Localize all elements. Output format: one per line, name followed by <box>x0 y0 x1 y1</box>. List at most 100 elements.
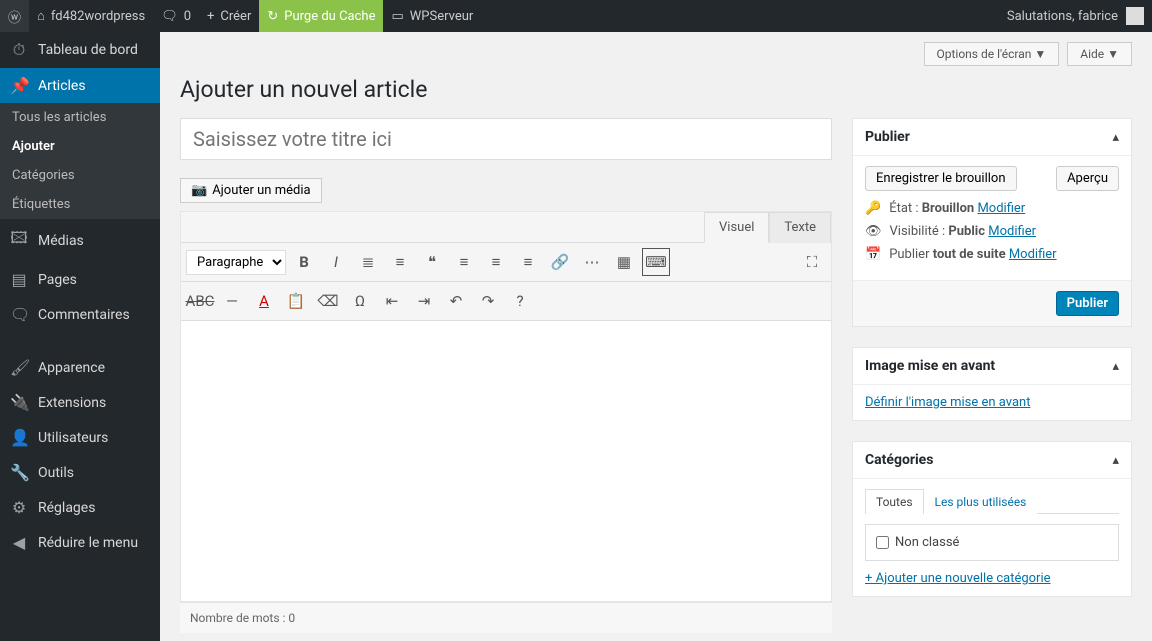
set-featured-link[interactable]: Définir l'image mise en avant <box>865 395 1030 410</box>
indent-button[interactable]: ⇥ <box>410 287 438 315</box>
tab-visual[interactable]: Visuel <box>704 212 769 243</box>
user-menu[interactable]: Salutations, fabrice <box>999 7 1152 25</box>
bold-button[interactable]: B <box>290 248 318 276</box>
create-link[interactable]: +Créer <box>199 0 259 32</box>
sidebar-item-articles[interactable]: 📌Articles <box>0 68 160 103</box>
sidebar-sub-add[interactable]: Ajouter <box>0 132 160 161</box>
redo-button[interactable]: ↷ <box>474 287 502 315</box>
wp-logo[interactable]: ⓦ <box>0 0 29 32</box>
collapse-icon: ◀ <box>10 533 28 552</box>
status-value: Brouillon <box>922 201 974 216</box>
editor-toolbar-2: ABC — A 📋 ⌫ Ω ⇤ ⇥ ↶ ↷ ? <box>181 282 831 321</box>
status-edit-link[interactable]: Modifier <box>977 201 1025 216</box>
dashboard-icon: ⏱ <box>10 40 28 60</box>
clear-format-button[interactable]: ⌫ <box>314 287 342 315</box>
sidebar-label: Pages <box>38 272 77 288</box>
schedule-edit-link[interactable]: Modifier <box>1009 247 1057 262</box>
add-media-label: Ajouter un média <box>212 183 310 198</box>
toolbar-toggle-button[interactable]: ▦ <box>610 248 638 276</box>
chevron-up-icon: ▴ <box>1112 453 1119 468</box>
sidebar-item-tools[interactable]: 🔧Outils <box>0 455 160 490</box>
sidebar-item-users[interactable]: 👤Utilisateurs <box>0 420 160 455</box>
sidebar-label: Tableau de bord <box>38 42 138 58</box>
schedule-value: tout de suite <box>933 247 1006 262</box>
keyboard-button[interactable]: ⌨ <box>642 248 670 276</box>
status-label: État : <box>889 201 918 216</box>
categories-toggle[interactable]: Catégories ▴ <box>853 442 1131 479</box>
sidebar-label: Articles <box>38 78 86 94</box>
editor-content[interactable] <box>181 321 831 601</box>
paste-button[interactable]: 📋 <box>282 287 310 315</box>
help-button[interactable]: Aide ▼ <box>1067 42 1132 66</box>
media-icon: 🖾 <box>10 227 28 254</box>
sidebar-item-dashboard[interactable]: ⏱ Tableau de bord <box>0 32 160 68</box>
categories-heading: Catégories <box>865 452 933 468</box>
editor-toolbar: Paragraphe B I ≣ ≡ ❝ ≡ ≡ ≡ 🔗 ⋯ ▦ ⌨ ⛶ <box>181 243 831 282</box>
quote-button[interactable]: ❝ <box>418 248 446 276</box>
align-left-button[interactable]: ≡ <box>450 248 478 276</box>
special-char-button[interactable]: Ω <box>346 287 374 315</box>
sidebar-sub-all[interactable]: Tous les articles <box>0 103 160 132</box>
brush-icon: 🖌 <box>10 358 28 377</box>
category-item[interactable]: Non classé <box>876 535 1108 550</box>
post-title-input[interactable] <box>180 118 832 160</box>
align-center-button[interactable]: ≡ <box>482 248 510 276</box>
bullet-list-button[interactable]: ≣ <box>354 248 382 276</box>
screen-opts-label: Options de l'écran <box>937 47 1032 61</box>
screen-options-button[interactable]: Options de l'écran ▼ <box>924 42 1060 66</box>
link-button[interactable]: 🔗 <box>546 248 574 276</box>
comments-link[interactable]: 🗨0 <box>153 0 199 32</box>
visibility-edit-link[interactable]: Modifier <box>988 224 1036 239</box>
fullscreen-button[interactable]: ⛶ <box>798 248 826 276</box>
camera-icon: 📷 <box>191 183 207 198</box>
cat-tab-most[interactable]: Les plus utilisées <box>924 489 1038 514</box>
add-category-link[interactable]: + Ajouter une nouvelle catégorie <box>865 571 1051 586</box>
undo-button[interactable]: ↶ <box>442 287 470 315</box>
wpserveur-label: WPServeur <box>410 9 474 24</box>
wordpress-icon: ⓦ <box>8 7 21 26</box>
textcolor-button[interactable]: A <box>250 287 278 315</box>
chevron-up-icon: ▴ <box>1112 359 1119 374</box>
tab-text[interactable]: Texte <box>769 212 831 243</box>
sidebar-collapse[interactable]: ◀Réduire le menu <box>0 525 160 560</box>
numbered-list-button[interactable]: ≡ <box>386 248 414 276</box>
sidebar-label: Apparence <box>38 360 105 376</box>
more-button[interactable]: ⋯ <box>578 248 606 276</box>
wrench-icon: 🔧 <box>10 463 28 482</box>
featured-toggle[interactable]: Image mise en avant▴ <box>853 348 1131 385</box>
cat-tab-all[interactable]: Toutes <box>865 489 924 514</box>
format-select[interactable]: Paragraphe <box>186 250 286 275</box>
outdent-button[interactable]: ⇤ <box>378 287 406 315</box>
help-icon-button[interactable]: ? <box>506 287 534 315</box>
sidebar-sub-categories[interactable]: Catégories <box>0 161 160 190</box>
wpserveur-link[interactable]: ▭WPServeur <box>383 0 481 32</box>
sidebar-item-plugins[interactable]: 🔌Extensions <box>0 385 160 420</box>
category-label: Non classé <box>895 535 959 550</box>
sidebar-item-comments[interactable]: 🗨Commentaires <box>0 297 160 332</box>
refresh-icon: ↻ <box>267 9 278 24</box>
purge-cache-button[interactable]: ↻Purge du Cache <box>259 0 383 32</box>
publish-toggle[interactable]: Publier▴ <box>853 119 1131 156</box>
sidebar-sub-tags[interactable]: Étiquettes <box>0 190 160 219</box>
site-link[interactable]: ⌂fd482wordpress <box>29 0 153 32</box>
publish-button[interactable]: Publier <box>1056 291 1119 316</box>
categories-metabox: Catégories ▴ Toutes Les plus utilisées No… <box>852 441 1132 597</box>
page-title: Ajouter un nouvel article <box>180 76 1132 103</box>
sliders-icon: ⚙ <box>10 498 28 517</box>
word-count: Nombre de mots : 0 <box>180 602 832 633</box>
admin-sidebar: ⏱ Tableau de bord 📌Articles Tous les arti… <box>0 32 160 641</box>
preview-button[interactable]: Aperçu <box>1056 166 1119 191</box>
align-right-button[interactable]: ≡ <box>514 248 542 276</box>
save-draft-button[interactable]: Enregistrer le brouillon <box>865 166 1017 191</box>
category-checkbox[interactable] <box>876 536 889 549</box>
plus-icon: + <box>207 9 214 24</box>
sidebar-item-appearance[interactable]: 🖌 Apparence <box>0 350 160 385</box>
add-media-button[interactable]: 📷 Ajouter un média <box>180 178 322 203</box>
strike-button[interactable]: ABC <box>186 287 214 315</box>
sidebar-label: Commentaires <box>38 307 130 323</box>
hr-button[interactable]: — <box>218 287 246 315</box>
sidebar-item-settings[interactable]: ⚙Réglages <box>0 490 160 525</box>
italic-button[interactable]: I <box>322 248 350 276</box>
sidebar-item-media[interactable]: 🖾Médias <box>0 219 160 262</box>
sidebar-item-pages[interactable]: ▤Pages <box>0 262 160 297</box>
